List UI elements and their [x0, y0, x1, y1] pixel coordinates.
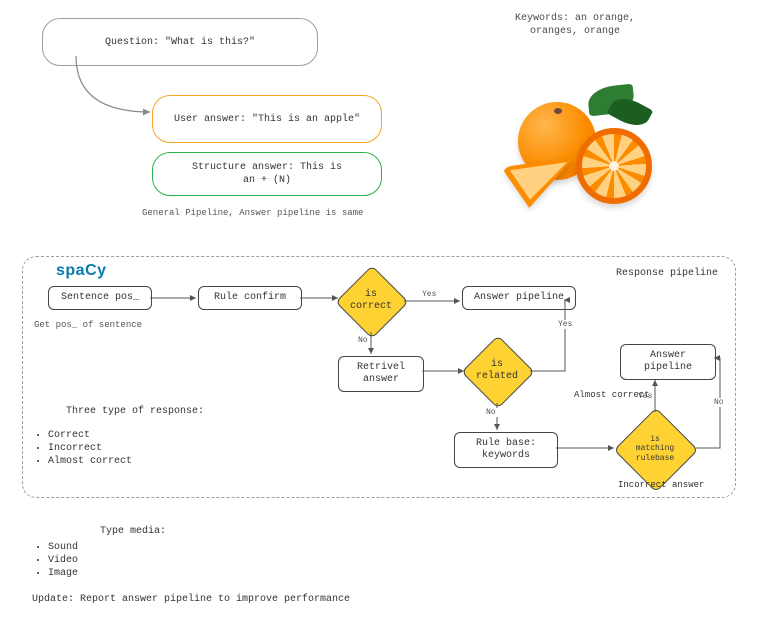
- update-note: Update: Report answer pipeline to improv…: [32, 594, 350, 605]
- list-item: Video: [48, 555, 78, 566]
- keywords-line2: oranges, orange: [490, 25, 660, 38]
- keywords-line1: Keywords: an orange,: [490, 12, 660, 25]
- orange-wedge-icon: [501, 157, 580, 211]
- response-types-list: Correct Incorrect Almost correct: [32, 430, 132, 469]
- node-rule-base-keywords: Rule base: keywords: [454, 432, 558, 468]
- decision-is-matching-rulebase: is matchingrulebase: [626, 420, 684, 478]
- orange-half-icon: [576, 128, 652, 204]
- list-item: Sound: [48, 542, 78, 553]
- edge-yes-mid: Yes: [556, 320, 574, 329]
- node-sentence-pos: Sentence pos_: [48, 286, 152, 310]
- decision-label: is: [365, 289, 377, 300]
- structure-answer-line2: an + (N): [167, 174, 367, 187]
- list-item: Incorrect: [48, 443, 132, 454]
- type-media-title: Type media:: [100, 526, 166, 537]
- node-label: Answer pipeline: [627, 350, 709, 374]
- node-rule-confirm: Rule confirm: [198, 286, 302, 310]
- node-retrieval-answer: Retrivel answer: [338, 356, 424, 392]
- structure-answer-line1: Structure answer: This is: [167, 161, 367, 174]
- decision-label: related: [476, 371, 518, 382]
- type-media-list: Sound Video Image: [32, 542, 78, 581]
- question-bubble: Question: "What is this?": [42, 18, 318, 66]
- spacy-logo: spaCy: [56, 262, 107, 280]
- diagram-stage: Question: "What is this?" User answer: "…: [0, 0, 760, 622]
- edge-no-1: No: [356, 336, 370, 345]
- decision-is-related: isrelated: [472, 346, 522, 396]
- node-label: Answer pipeline: [474, 292, 564, 303]
- decision-label: is: [491, 359, 503, 370]
- node-label: Rule base:: [461, 438, 551, 450]
- decision-label: correct: [350, 301, 392, 312]
- decision-is-correct: iscorrect: [346, 276, 396, 326]
- edge-yes-top: Yes: [420, 290, 438, 299]
- get-pos-caption: Get pos_ of sentence: [34, 320, 142, 330]
- question-text: Question: "What is this?": [105, 36, 255, 49]
- keywords-label: Keywords: an orange, oranges, orange: [490, 12, 660, 38]
- list-item: Almost correct: [48, 456, 132, 467]
- node-answer-pipeline-top: Answer pipeline: [462, 286, 576, 310]
- list-item: Correct: [48, 430, 132, 441]
- node-label: Rule confirm: [214, 292, 286, 303]
- edge-no-right: No: [712, 398, 726, 407]
- edge-no-2: No: [484, 408, 498, 417]
- decision-label: is matching: [636, 435, 674, 454]
- panel-title: Response pipeline: [616, 268, 718, 279]
- node-label: Sentence pos_: [61, 292, 139, 303]
- user-answer-text: User answer: "This is an apple": [174, 113, 360, 126]
- node-label: keywords: [461, 450, 551, 462]
- user-answer-bubble: User answer: "This is an apple": [152, 95, 382, 143]
- decision-label: rulebase: [636, 454, 674, 463]
- list-item: Image: [48, 568, 78, 579]
- label-incorrect-answer: Incorrect answer: [618, 480, 704, 490]
- node-label: Retrivel answer: [357, 362, 405, 385]
- node-answer-pipeline-right: Answer pipeline: [620, 344, 716, 380]
- general-pipeline-caption: General Pipeline, Answer pipeline is sam…: [142, 208, 363, 218]
- label-almost-correct: Almost correct: [574, 390, 650, 400]
- response-types-title: Three type of response:: [66, 406, 204, 417]
- orange-illustration: [490, 72, 660, 202]
- structure-answer-bubble: Structure answer: This is an + (N): [152, 152, 382, 196]
